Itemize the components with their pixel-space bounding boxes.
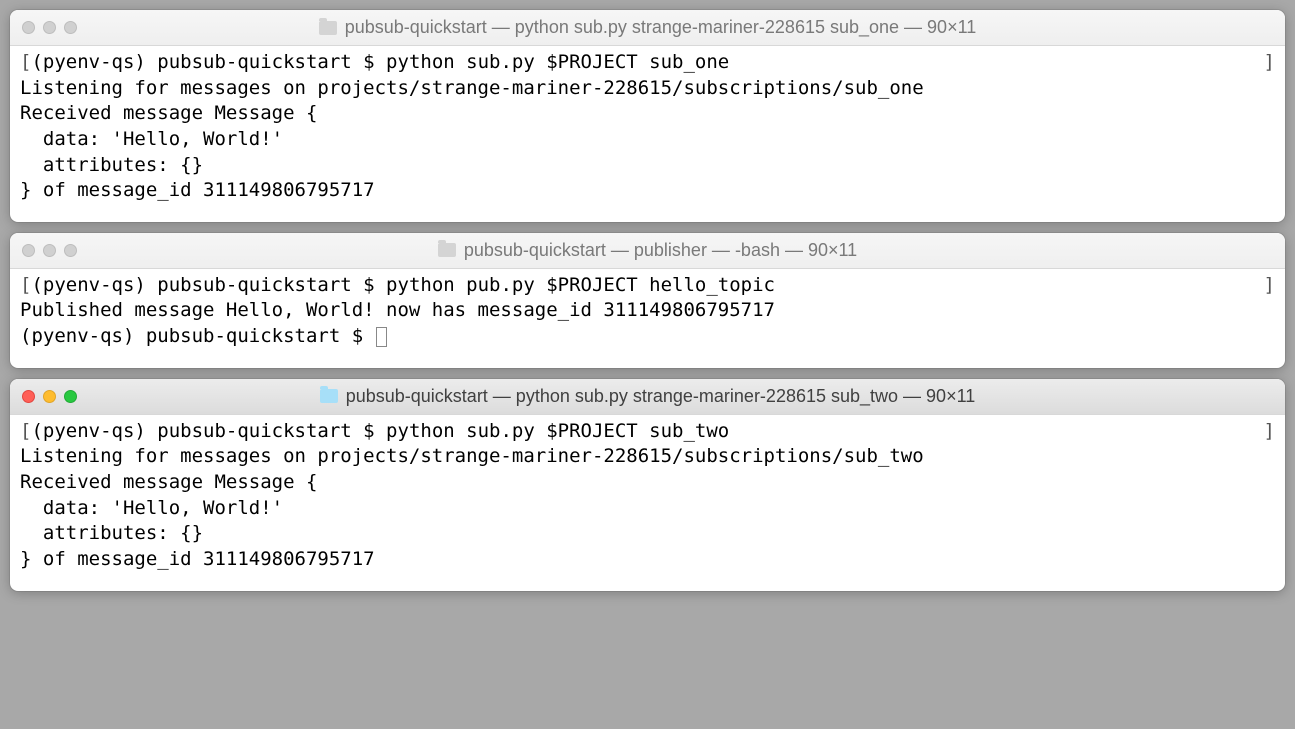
terminal-body[interactable]: [(pyenv-qs) pubsub-quickstart $ python p…	[10, 269, 1285, 368]
close-button[interactable]	[22, 390, 35, 403]
terminal-text: (pyenv-qs) pubsub-quickstart $ python pu…	[31, 274, 775, 296]
terminal-text: (pyenv-qs) pubsub-quickstart $	[20, 325, 375, 347]
traffic-lights	[22, 244, 77, 257]
terminal-text: Received message Message {	[20, 471, 317, 493]
terminal-line: Received message Message {	[20, 101, 1275, 127]
max-button[interactable]	[64, 244, 77, 257]
close-button[interactable]	[22, 21, 35, 34]
terminal-line: data: 'Hello, World!'	[20, 496, 1275, 522]
folder-icon	[320, 389, 338, 403]
traffic-lights	[22, 390, 77, 403]
min-button[interactable]	[43, 21, 56, 34]
terminal-text: (pyenv-qs) pubsub-quickstart $ python su…	[31, 420, 729, 442]
max-button[interactable]	[64, 390, 77, 403]
terminal-text: data: 'Hello, World!'	[20, 128, 283, 150]
window-title: pubsub-quickstart — python sub.py strang…	[345, 17, 977, 38]
titlebar[interactable]: pubsub-quickstart — publisher — -bash — …	[10, 233, 1285, 269]
terminal-text: (pyenv-qs) pubsub-quickstart $ python su…	[31, 51, 729, 73]
prompt-close-bracket: ]	[1264, 50, 1275, 76]
terminal-line: Listening for messages on projects/stran…	[20, 444, 1275, 470]
prompt-open-bracket: [	[20, 51, 31, 73]
min-button[interactable]	[43, 390, 56, 403]
terminal-line: Received message Message {	[20, 470, 1275, 496]
terminal-line: [(pyenv-qs) pubsub-quickstart $ python p…	[20, 273, 1275, 299]
terminal-text: } of message_id 311149806795717	[20, 548, 375, 570]
terminal-line: (pyenv-qs) pubsub-quickstart $	[20, 324, 1275, 350]
titlebar[interactable]: pubsub-quickstart — python sub.py strang…	[10, 379, 1285, 415]
titlebar[interactable]: pubsub-quickstart — python sub.py strang…	[10, 10, 1285, 46]
terminal-line: [(pyenv-qs) pubsub-quickstart $ python s…	[20, 419, 1275, 445]
folder-icon	[438, 243, 456, 257]
close-button[interactable]	[22, 244, 35, 257]
terminal-text: } of message_id 311149806795717	[20, 179, 375, 201]
terminal-line: [(pyenv-qs) pubsub-quickstart $ python s…	[20, 50, 1275, 76]
terminal-text: attributes: {}	[20, 522, 203, 544]
prompt-close-bracket: ]	[1264, 419, 1275, 445]
window-title: pubsub-quickstart — python sub.py strang…	[346, 386, 976, 407]
terminal-window[interactable]: pubsub-quickstart — publisher — -bash — …	[10, 233, 1285, 368]
terminal-text: data: 'Hello, World!'	[20, 497, 283, 519]
window-title-wrap: pubsub-quickstart — python sub.py strang…	[10, 386, 1285, 407]
terminal-text: Listening for messages on projects/stran…	[20, 445, 924, 467]
prompt-open-bracket: [	[20, 274, 31, 296]
terminal-text: Received message Message {	[20, 102, 317, 124]
max-button[interactable]	[64, 21, 77, 34]
terminal-text: Listening for messages on projects/stran…	[20, 77, 924, 99]
terminal-text: attributes: {}	[20, 154, 203, 176]
terminal-body[interactable]: [(pyenv-qs) pubsub-quickstart $ python s…	[10, 46, 1285, 222]
min-button[interactable]	[43, 244, 56, 257]
terminal-body[interactable]: [(pyenv-qs) pubsub-quickstart $ python s…	[10, 415, 1285, 591]
window-title-wrap: pubsub-quickstart — publisher — -bash — …	[10, 240, 1285, 261]
terminal-line: Published message Hello, World! now has …	[20, 298, 1275, 324]
traffic-lights	[22, 21, 77, 34]
prompt-open-bracket: [	[20, 420, 31, 442]
terminal-window[interactable]: pubsub-quickstart — python sub.py strang…	[10, 10, 1285, 222]
terminal-window[interactable]: pubsub-quickstart — python sub.py strang…	[10, 379, 1285, 591]
terminal-line: } of message_id 311149806795717	[20, 547, 1275, 573]
terminal-line: attributes: {}	[20, 521, 1275, 547]
terminal-text: Published message Hello, World! now has …	[20, 299, 775, 321]
prompt-close-bracket: ]	[1264, 273, 1275, 299]
cursor-icon	[376, 327, 387, 347]
terminal-line: attributes: {}	[20, 153, 1275, 179]
terminal-line: } of message_id 311149806795717	[20, 178, 1275, 204]
window-title: pubsub-quickstart — publisher — -bash — …	[464, 240, 857, 261]
terminal-line: data: 'Hello, World!'	[20, 127, 1275, 153]
terminal-line: Listening for messages on projects/stran…	[20, 76, 1275, 102]
window-title-wrap: pubsub-quickstart — python sub.py strang…	[10, 17, 1285, 38]
folder-icon	[319, 21, 337, 35]
